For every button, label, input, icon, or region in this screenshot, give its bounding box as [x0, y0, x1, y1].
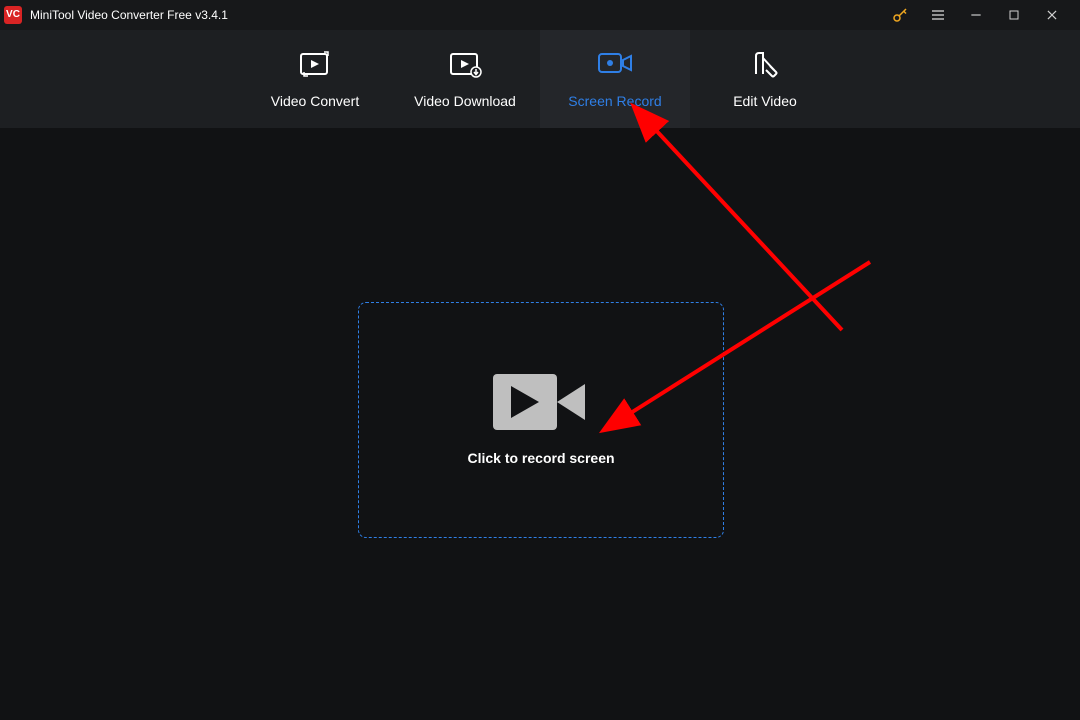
tab-label: Edit Video	[733, 93, 797, 109]
minimize-button[interactable]	[966, 5, 986, 25]
menu-icon[interactable]	[928, 5, 948, 25]
camera-icon	[493, 374, 589, 430]
maximize-button[interactable]	[1004, 5, 1024, 25]
tab-label: Video Download	[414, 93, 516, 109]
record-icon	[597, 49, 633, 79]
key-icon[interactable]	[890, 5, 910, 25]
app-window: VC MiniTool Video Converter Free v3.4.1	[0, 0, 1080, 720]
convert-icon	[298, 49, 332, 79]
tab-label: Screen Record	[568, 93, 661, 109]
main-area: Click to record screen	[0, 128, 1080, 720]
close-button[interactable]	[1042, 5, 1062, 25]
edit-icon	[750, 49, 780, 79]
record-screen-button[interactable]: Click to record screen	[358, 302, 724, 538]
app-title: MiniTool Video Converter Free v3.4.1	[30, 8, 228, 22]
tab-screen-record[interactable]: Screen Record	[540, 30, 690, 128]
record-prompt-text: Click to record screen	[467, 450, 614, 466]
app-logo-text: VC	[6, 10, 20, 20]
titlebar-actions	[890, 5, 1076, 25]
tab-label: Video Convert	[271, 93, 359, 109]
nav-tabs: Video Convert Video Download	[0, 30, 1080, 128]
tab-video-download[interactable]: Video Download	[390, 30, 540, 128]
tab-video-convert[interactable]: Video Convert	[240, 30, 390, 128]
tab-edit-video[interactable]: Edit Video	[690, 30, 840, 128]
titlebar: VC MiniTool Video Converter Free v3.4.1	[0, 0, 1080, 30]
app-logo: VC	[4, 6, 22, 24]
download-icon	[448, 49, 482, 79]
